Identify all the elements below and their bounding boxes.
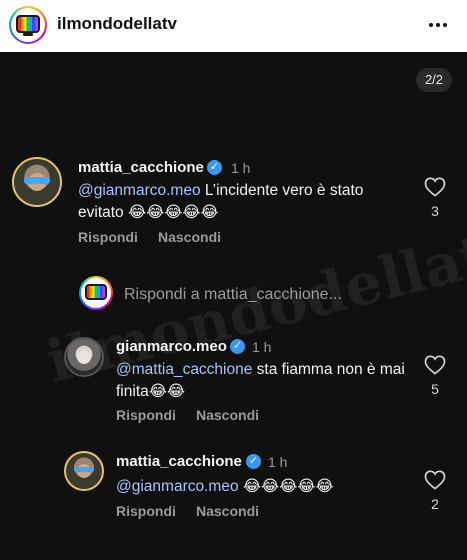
post-header: ilmondodellatv [0, 0, 467, 52]
hide-button[interactable]: Nascondi [196, 407, 259, 423]
heart-icon[interactable] [424, 470, 446, 490]
mention-link[interactable]: @mattia_cacchione [116, 361, 252, 378]
account-avatar[interactable] [9, 6, 47, 44]
comment-username[interactable]: mattia_cacchione [78, 159, 204, 176]
current-user-avatar [79, 276, 113, 310]
mention-link[interactable]: @gianmarco.meo [116, 478, 239, 495]
reply-button[interactable]: Rispondi [116, 503, 176, 519]
verified-badge-icon: ✓ [230, 339, 245, 354]
comment-time: 1 h [231, 160, 251, 176]
reply-username[interactable]: mattia_cacchione [116, 453, 242, 470]
reply-button[interactable]: Rispondi [78, 229, 138, 245]
reply-input[interactable]: Rispondi a mattia_cacchione... [124, 286, 342, 304]
reply-text: @mattia_cacchione sta fiamma non è mai f… [116, 361, 405, 400]
reply-button[interactable]: Rispondi [116, 407, 176, 423]
verified-badge-icon: ✓ [246, 454, 261, 469]
reply-time: 1 h [252, 339, 272, 355]
tv-logo-icon [85, 284, 107, 300]
tv-logo-icon [16, 15, 40, 33]
heart-icon[interactable] [424, 177, 446, 197]
reply-text: @gianmarco.meo 😂😂😂😂😂 [116, 478, 334, 495]
page-indicator: 2/2 [416, 68, 452, 92]
reply-username[interactable]: gianmarco.meo [116, 338, 227, 355]
avatar[interactable] [12, 157, 62, 207]
avatar[interactable] [64, 451, 104, 491]
more-horizontal-icon[interactable] [429, 23, 447, 27]
verified-badge-icon: ✓ [207, 160, 222, 175]
hide-button[interactable]: Nascondi [196, 503, 259, 519]
avatar[interactable] [64, 337, 104, 377]
like-count: 2 [431, 496, 439, 512]
heart-icon[interactable] [424, 355, 446, 375]
hide-button[interactable]: Nascondi [158, 229, 221, 245]
like-count: 5 [431, 381, 439, 397]
account-username[interactable]: ilmondodellatv [57, 14, 177, 34]
reply-time: 1 h [268, 454, 288, 470]
comment-text: @gianmarco.meo L’incidente vero è stato … [78, 182, 364, 221]
like-count: 3 [431, 203, 439, 219]
mention-link[interactable]: @gianmarco.meo [78, 182, 201, 199]
